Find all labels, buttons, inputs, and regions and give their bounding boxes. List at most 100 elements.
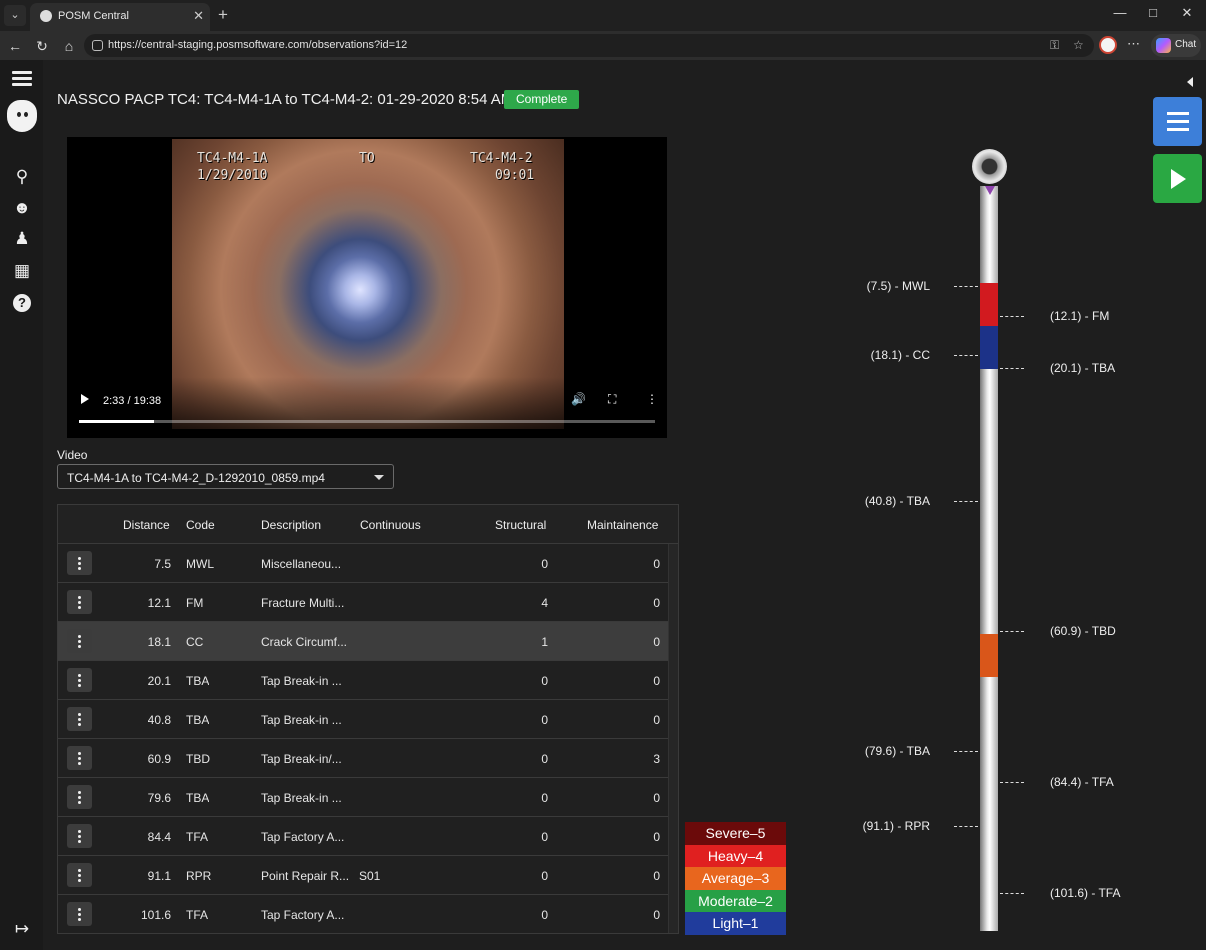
observation-label[interactable]: (18.1) - CC — [871, 348, 930, 362]
row-menu-icon[interactable] — [67, 824, 92, 848]
observation-label[interactable]: (101.6) - TFA — [1050, 886, 1120, 900]
cell-structural: 0 — [541, 908, 548, 922]
browser-tab[interactable]: POSM Central ✕ — [30, 3, 210, 31]
table-row[interactable]: 20.1 TBA Tap Break-in ... 0 0 — [58, 661, 668, 700]
row-menu-icon[interactable] — [67, 668, 92, 692]
table-row[interactable]: 7.5 MWL Miscellaneou... 0 0 — [58, 544, 668, 583]
profile-avatar[interactable] — [1099, 36, 1117, 54]
observation-label[interactable]: (60.9) - TBD — [1050, 624, 1116, 638]
address-bar: ← ↻ ⌂ https://central-staging.posmsoftwa… — [0, 31, 1206, 60]
key-icon[interactable]: ⚿ — [1050, 38, 1059, 53]
manhole-icon[interactable] — [972, 149, 1007, 184]
home-icon[interactable]: ⌂ — [59, 36, 79, 56]
observation-label[interactable]: (20.1) - TBA — [1050, 361, 1115, 375]
header-distance[interactable]: Distance — [123, 518, 170, 532]
flow-arrow-icon — [985, 186, 995, 195]
help-icon[interactable]: ? — [13, 294, 31, 312]
chevron-down-icon — [374, 475, 384, 480]
window-close-icon[interactable]: ✕ — [1172, 5, 1202, 25]
posm-logo[interactable] — [7, 100, 37, 132]
pipe-defect-segment[interactable] — [980, 326, 998, 370]
observation-label[interactable]: (84.4) - TFA — [1050, 775, 1114, 789]
row-menu-icon[interactable] — [67, 551, 92, 575]
observation-label[interactable]: (91.1) - RPR — [863, 819, 930, 833]
header-code[interactable]: Code — [186, 518, 215, 532]
chat-button[interactable]: Chat — [1151, 34, 1201, 57]
cell-distance: 91.1 — [147, 869, 171, 883]
row-menu-icon[interactable] — [67, 863, 92, 887]
users-icon[interactable]: ☻ — [11, 197, 33, 219]
video-progress-fill — [79, 420, 154, 423]
row-menu-icon[interactable] — [67, 785, 92, 809]
cell-distance: 12.1 — [147, 596, 171, 610]
cell-structural: 0 — [541, 830, 548, 844]
row-menu-icon[interactable] — [67, 902, 92, 926]
table-row[interactable]: 79.6 TBA Tap Break-in ... 0 0 — [58, 778, 668, 817]
table-row[interactable]: 60.9 TBD Tap Break-in/... 0 3 — [58, 739, 668, 778]
observation-label[interactable]: (12.1) - FM — [1050, 309, 1109, 323]
header-maintainence[interactable]: Maintainence — [587, 518, 658, 532]
table-row[interactable]: 101.6 TFA Tap Factory A... 0 0 — [58, 895, 668, 933]
observation-label[interactable]: (7.5) - MWL — [867, 279, 930, 293]
menu-icon[interactable] — [11, 68, 33, 90]
row-menu-icon[interactable] — [67, 707, 92, 731]
sidebar: ⚲ ☻ ♟ ▦ ? ↦ — [0, 60, 43, 950]
user-icon[interactable]: ♟ — [11, 228, 33, 250]
header-structural[interactable]: Structural — [495, 518, 546, 532]
table-scrollbar[interactable] — [668, 544, 678, 933]
observation-marker — [1000, 316, 1024, 318]
maximize-icon[interactable]: □ — [1138, 5, 1168, 25]
play-button[interactable] — [1153, 154, 1202, 203]
pipe-defect-segment[interactable] — [980, 633, 998, 678]
play-icon[interactable] — [81, 394, 89, 404]
cell-description: Tap Factory A... — [261, 830, 345, 844]
cell-description: Fracture Multi... — [261, 596, 345, 610]
search-icon[interactable]: ⚲ — [11, 166, 33, 188]
video-menu-icon[interactable]: ⋮ — [646, 392, 658, 406]
table-row[interactable]: 84.4 TFA Tap Factory A... 0 0 — [58, 817, 668, 856]
cell-maintainence: 3 — [653, 752, 660, 766]
logo-eye-left — [17, 112, 21, 117]
video-select[interactable]: TC4-M4-1A to TC4-M4-2_D-1292010_0859.mp4 — [57, 464, 394, 489]
video-controls: 2:33 / 19:38 🔊 ⛶ ⋮ — [67, 377, 667, 438]
cell-description: Tap Break-in ... — [261, 713, 342, 727]
logout-icon[interactable]: ↦ — [11, 918, 33, 940]
row-menu-icon[interactable] — [67, 590, 92, 614]
table-row[interactable]: 18.1 CC Crack Circumf... 1 0 — [58, 622, 668, 661]
tab-close-icon[interactable]: ✕ — [193, 8, 204, 24]
tab-list-chevron-icon[interactable]: ⌄ — [4, 5, 26, 26]
cell-description: Tap Break-in ... — [261, 791, 342, 805]
minimize-icon[interactable]: — — [1105, 5, 1135, 25]
reload-icon[interactable]: ↻ — [32, 36, 52, 56]
row-menu-icon[interactable] — [67, 746, 92, 770]
back-icon[interactable]: ← — [5, 36, 25, 56]
cell-code: TBA — [186, 674, 210, 688]
new-tab-icon[interactable]: + — [218, 5, 228, 25]
observation-label[interactable]: (79.6) - TBA — [865, 744, 930, 758]
pipe-defect-segment[interactable] — [980, 283, 998, 327]
table-header: Distance Code Description Continuous Str… — [58, 505, 678, 544]
cell-structural: 0 — [541, 791, 548, 805]
video-progress-bar[interactable] — [79, 420, 655, 423]
map-icon[interactable]: ▦ — [11, 260, 33, 282]
volume-icon[interactable]: 🔊 — [571, 392, 586, 406]
fullscreen-icon[interactable]: ⛶ — [608, 392, 616, 407]
cell-distance: 20.1 — [147, 674, 171, 688]
cell-description: Point Repair R... — [261, 869, 350, 883]
list-view-button[interactable] — [1153, 97, 1202, 146]
header-description[interactable]: Description — [261, 518, 321, 532]
collapse-panel-icon[interactable] — [1187, 77, 1193, 87]
more-options-icon[interactable]: ⋯ — [1127, 36, 1140, 52]
header-continuous[interactable]: Continuous — [360, 518, 421, 532]
video-player[interactable]: TC4-M4-1A 1/29/2010 TO TC4-M4-2 09:01 2:… — [67, 137, 667, 438]
table-row[interactable]: 40.8 TBA Tap Break-in ... 0 0 — [58, 700, 668, 739]
favorite-star-icon[interactable]: ☆ — [1073, 38, 1084, 52]
table-row[interactable]: 12.1 FM Fracture Multi... 4 0 — [58, 583, 668, 622]
observation-label[interactable]: (40.8) - TBA — [865, 494, 930, 508]
video-select-value: TC4-M4-1A to TC4-M4-2_D-1292010_0859.mp4 — [67, 471, 325, 485]
row-menu-icon[interactable] — [67, 629, 92, 653]
url-field[interactable]: https://central-staging.posmsoftware.com… — [84, 34, 1094, 57]
legend-item: Average–3 — [685, 867, 786, 890]
cell-description: Tap Break-in/... — [261, 752, 342, 766]
table-row[interactable]: 91.1 RPR Point Repair R... S01 0 0 — [58, 856, 668, 895]
